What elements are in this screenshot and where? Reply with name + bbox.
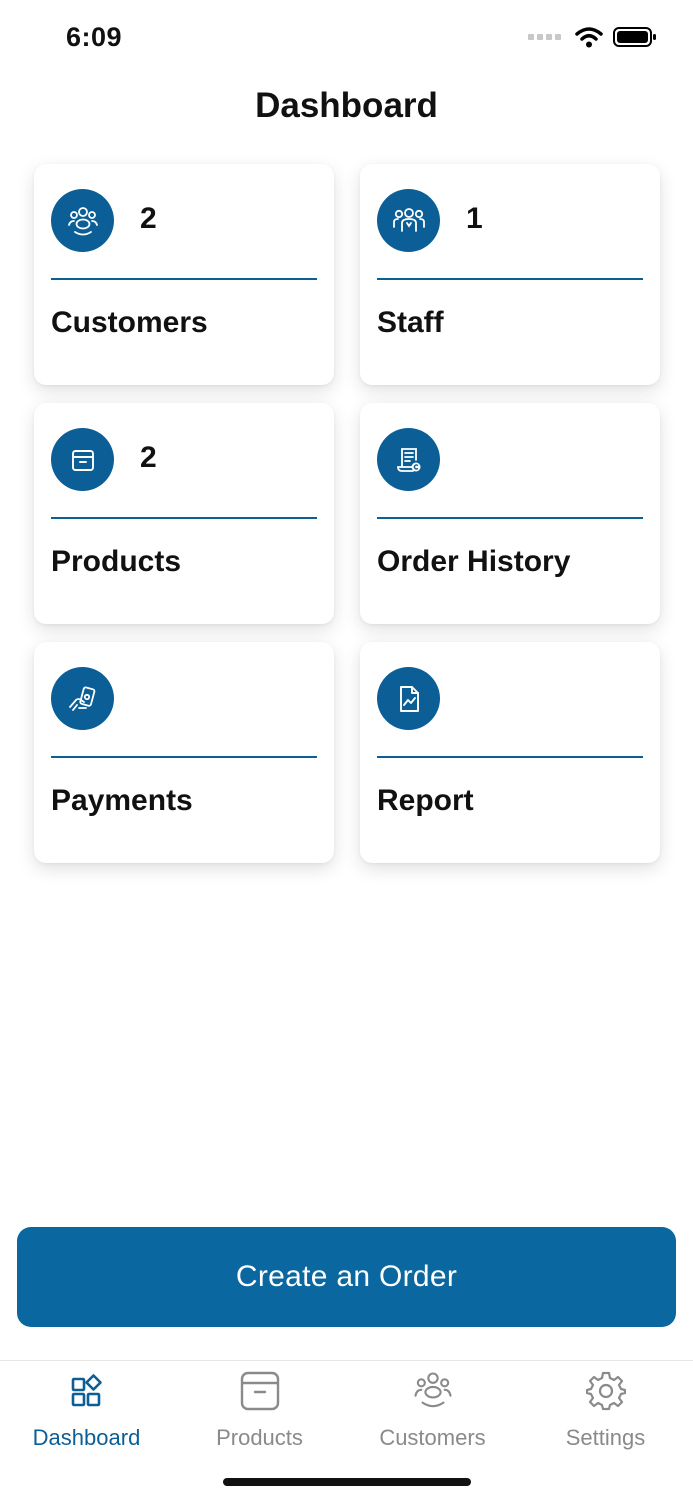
report-card[interactable]: Report [360,642,660,863]
staff-count: 1 [466,202,483,235]
tab-dashboard[interactable]: Dashboard [0,1369,173,1451]
products-label: Products [51,545,182,578]
page-title: Dashboard [255,86,438,125]
products-count: 2 [140,441,157,474]
staff-label: Staff [377,306,444,339]
order-history-card[interactable]: Order History [360,403,660,624]
report-chart-icon [377,667,440,730]
products-card[interactable]: 2 Products [34,403,334,624]
tab-label: Customers [379,1425,486,1450]
tab-products[interactable]: Products [173,1369,346,1451]
card-divider [377,756,643,758]
customers-count: 2 [140,202,157,235]
hand-payment-icon [51,667,114,730]
customers-label: Customers [51,306,208,339]
status-indicators [528,26,657,48]
payments-card[interactable]: Payments [34,642,334,863]
staff-card[interactable]: 1 Staff [360,164,660,385]
box-icon [51,428,114,491]
card-divider [377,517,643,519]
customers-group-icon [411,1369,455,1413]
dashboard-grid: 2 Customers 1 Staff 2 Products Order His… [34,164,660,863]
status-bar: 6:09 [0,0,693,78]
wifi-icon [575,27,603,48]
customers-card[interactable]: 2 Customers [34,164,334,385]
receipt-icon [377,428,440,491]
tab-label: Settings [565,1425,646,1450]
card-divider [51,517,317,519]
card-divider [51,756,317,758]
box-icon [238,1369,282,1413]
status-time: 6:09 [66,22,123,52]
card-divider [51,278,317,280]
report-label: Report [377,784,474,817]
home-indicator [223,1478,471,1486]
tab-customers[interactable]: Customers [346,1369,519,1451]
payments-label: Payments [51,784,193,817]
customers-group-icon [51,189,114,252]
create-order-button[interactable]: Create an Order [17,1227,676,1327]
dashboard-icon [65,1369,109,1413]
battery-icon [613,27,656,47]
order-history-label: Order History [377,545,571,578]
tab-settings[interactable]: Settings [519,1369,692,1451]
tab-label: Products [216,1425,303,1450]
cellular-signal-icon [528,34,561,40]
card-divider [377,278,643,280]
tab-label: Dashboard [32,1425,141,1450]
staff-group-icon [377,189,440,252]
gear-icon [584,1369,628,1413]
